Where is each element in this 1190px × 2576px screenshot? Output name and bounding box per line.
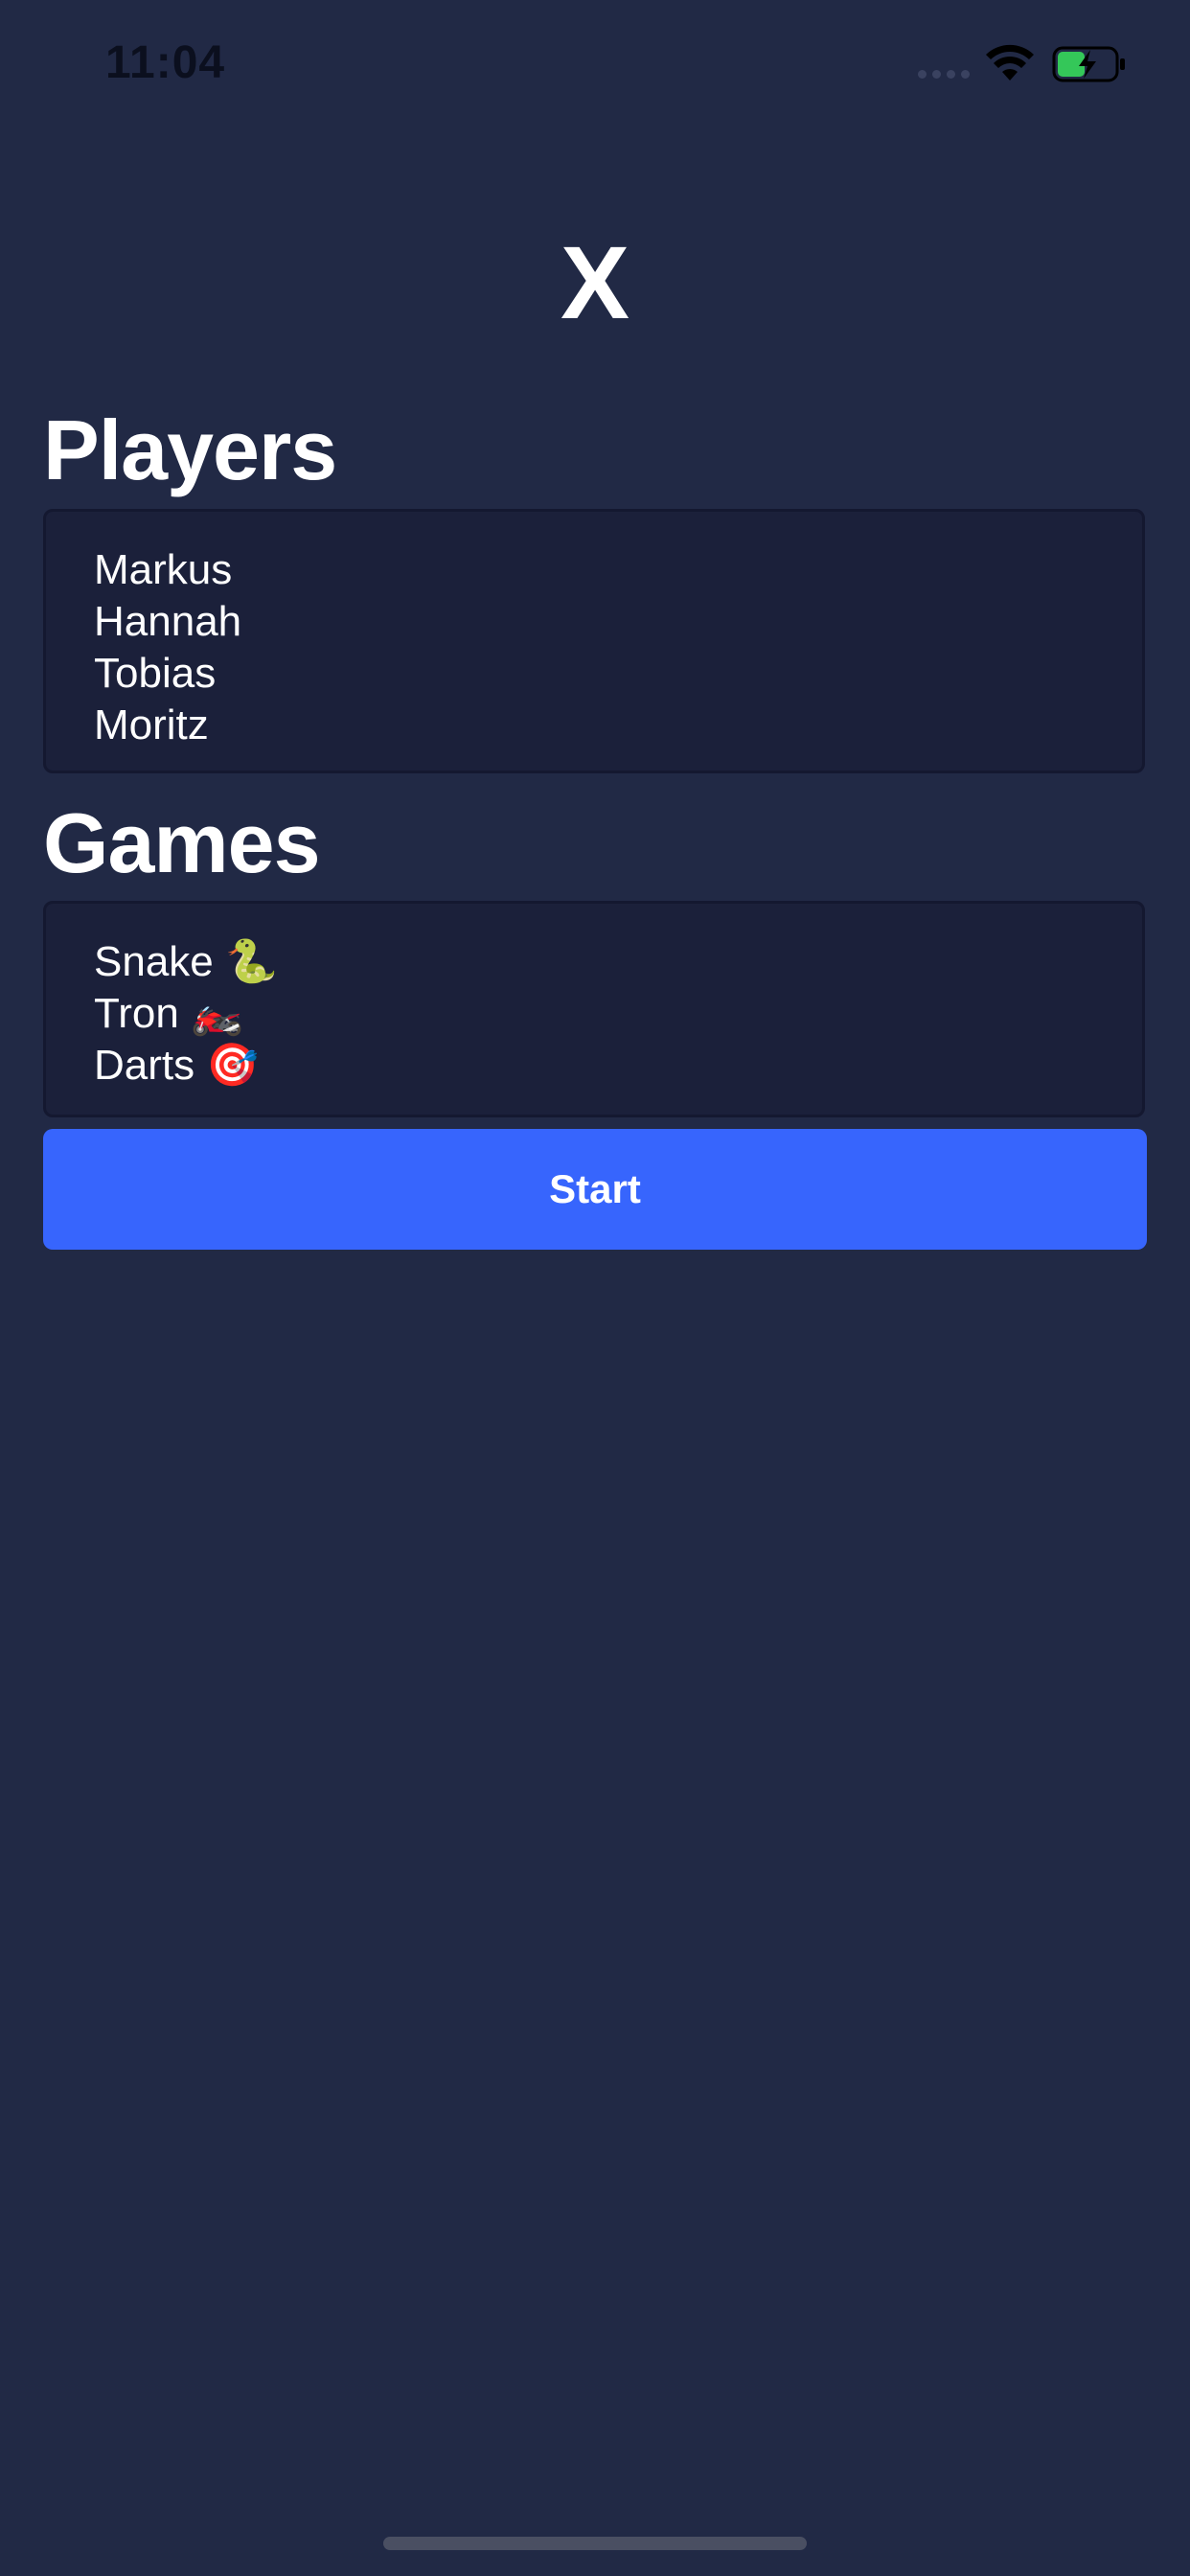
snake-icon: 🐍 [225,937,278,986]
players-list[interactable]: Markus Hannah Tobias Moritz [43,509,1145,773]
games-heading: Games [43,795,321,890]
player-item: Tobias [94,650,217,697]
game-name: Darts [94,1042,195,1089]
game-name: Snake [94,938,214,985]
wifi-icon [986,44,1034,80]
dart-target-icon: 🎯 [206,1041,260,1090]
app-screen: 11:04 X Players Markus Hannah Tobias Mor… [0,0,1190,2576]
game-item: Tron 🏍️ [94,988,1142,1040]
player-item: Moritz [94,702,209,748]
cellular-dots-icon [918,70,970,79]
home-indicator[interactable] [383,2537,807,2550]
app-title: X [560,224,630,340]
player-item: Markus [94,546,233,593]
player-item: Hannah [94,598,242,645]
battery-charging-icon [1052,46,1125,82]
game-name: Tron [94,990,179,1037]
game-item: Snake 🐍 [94,936,1142,988]
start-button[interactable]: Start [43,1129,1147,1250]
motorcycle-icon: 🏍️ [191,989,243,1038]
status-bar: 11:04 [0,0,1190,125]
players-heading: Players [43,402,337,497]
games-list[interactable]: Snake 🐍 Tron 🏍️ Darts 🎯 [43,901,1145,1117]
status-time: 11:04 [105,37,226,88]
game-item: Darts 🎯 [94,1040,1142,1092]
